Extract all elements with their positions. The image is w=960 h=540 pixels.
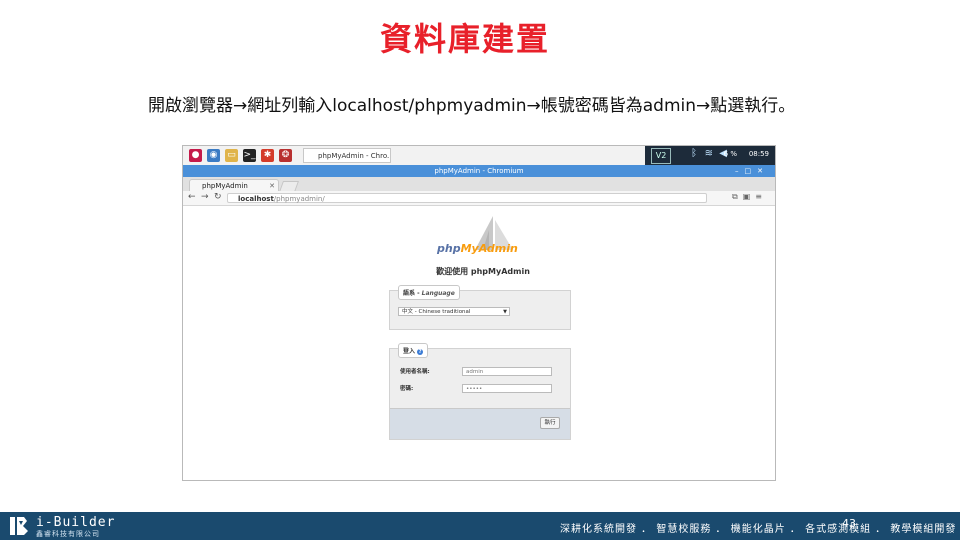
footer-slogan: 深耕化系統開發 ． 智慧校服務 ． 機能化晶片 ． 各式感測模組 ． 教學模組開… bbox=[560, 524, 957, 535]
mathematica-icon[interactable]: ✱ bbox=[261, 149, 274, 162]
forward-icon[interactable]: → bbox=[201, 192, 209, 202]
slide-title: 資料庫建置 bbox=[379, 20, 550, 58]
instruction-text: 開啟瀏覽器→網址列輸入localhost/phpmyadmin→帳號密碼皆為ad… bbox=[148, 96, 796, 116]
brand-company: 鑫睿科技有限公司 bbox=[36, 530, 100, 538]
system-tray: V2 ᛒ ≋ ◀ 6 % 08:59 bbox=[645, 146, 775, 165]
clock: 08:59 bbox=[748, 150, 769, 158]
ibuilder-logo-icon bbox=[10, 517, 28, 535]
language-select[interactable]: 中文 - Chinese traditional ▼ bbox=[398, 307, 510, 316]
cpu-usage: 6 % bbox=[723, 150, 737, 158]
browser-icon[interactable]: ◉ bbox=[207, 149, 220, 162]
tab-label: phpMyAdmin bbox=[202, 182, 248, 190]
login-panel: 登入? 使用者名稱: admin 密碼: ••••• 執行 bbox=[389, 343, 571, 440]
phpmyadmin-logo: phpMyAdmin bbox=[437, 242, 518, 255]
taskbar-task-chromium[interactable]: phpMyAdmin - Chro... bbox=[303, 148, 391, 163]
footer-bar: i-Builder 鑫睿科技有限公司 深耕化系統開發 ． 智慧校服務 ． 機能化… bbox=[0, 512, 960, 540]
tab-phpmyadmin[interactable]: phpMyAdmin ✕ bbox=[189, 179, 279, 191]
wifi-icon[interactable]: ≋ bbox=[705, 148, 713, 159]
password-input[interactable]: ••••• bbox=[462, 384, 552, 393]
login-legend: 登入? bbox=[398, 343, 429, 358]
window-titlebar: phpMyAdmin - Chromium –□✕ bbox=[183, 165, 775, 177]
back-icon[interactable]: ← bbox=[188, 192, 196, 202]
tab-strip: phpMyAdmin ✕ bbox=[183, 177, 775, 192]
url-host: localhost bbox=[238, 195, 274, 203]
logo-php: php bbox=[437, 242, 461, 255]
brand-name: i-Builder bbox=[36, 515, 116, 530]
go-button[interactable]: 執行 bbox=[540, 417, 560, 429]
welcome-heading: 歡迎使用 phpMyAdmin bbox=[436, 267, 530, 276]
terminal-icon[interactable]: >_ bbox=[243, 149, 256, 162]
bluetooth-icon[interactable]: ᛒ bbox=[691, 148, 697, 159]
browser-screenshot: ● ◉ ▭ >_ ✱ ❂ phpMyAdmin - Chro... V2 ᛒ ≋… bbox=[182, 145, 776, 481]
raspberry-menu-icon[interactable]: ● bbox=[189, 149, 202, 162]
address-bar[interactable]: localhost/phpmyadmin/ bbox=[227, 193, 707, 203]
page-viewport: phpMyAdmin 歡迎使用 phpMyAdmin 語系 - Language… bbox=[183, 206, 775, 480]
help-icon[interactable]: ? bbox=[417, 348, 424, 355]
reload-icon[interactable]: ↻ bbox=[214, 192, 222, 202]
language-legend: 語系 - Language bbox=[398, 285, 460, 300]
browser-toolbar: ← → ↻ localhost/phpmyadmin/ ⧉▣≡ bbox=[183, 191, 775, 206]
desktop-taskbar: ● ◉ ▭ >_ ✱ ❂ phpMyAdmin - Chro... V2 ᛒ ≋… bbox=[183, 146, 775, 166]
wolfram-icon[interactable]: ❂ bbox=[279, 149, 292, 162]
window-title: phpMyAdmin - Chromium bbox=[434, 167, 524, 175]
url-path: /phpmyadmin/ bbox=[273, 195, 325, 203]
window-controls[interactable]: –□✕ bbox=[735, 165, 769, 177]
chevron-down-icon: ▼ bbox=[503, 309, 507, 315]
vnc-icon[interactable]: V2 bbox=[651, 148, 671, 164]
login-footer: 執行 bbox=[390, 408, 570, 439]
username-label: 使用者名稱: bbox=[400, 369, 430, 375]
page-number: 43 bbox=[842, 517, 856, 530]
language-panel: 語系 - Language 中文 - Chinese traditional ▼ bbox=[389, 285, 571, 330]
password-label: 密碼: bbox=[400, 386, 414, 392]
file-manager-icon[interactable]: ▭ bbox=[225, 149, 238, 162]
extension-icons[interactable]: ⧉▣≡ bbox=[732, 192, 767, 202]
logo-myadmin: MyAdmin bbox=[460, 242, 518, 255]
username-input[interactable]: admin bbox=[462, 367, 552, 376]
